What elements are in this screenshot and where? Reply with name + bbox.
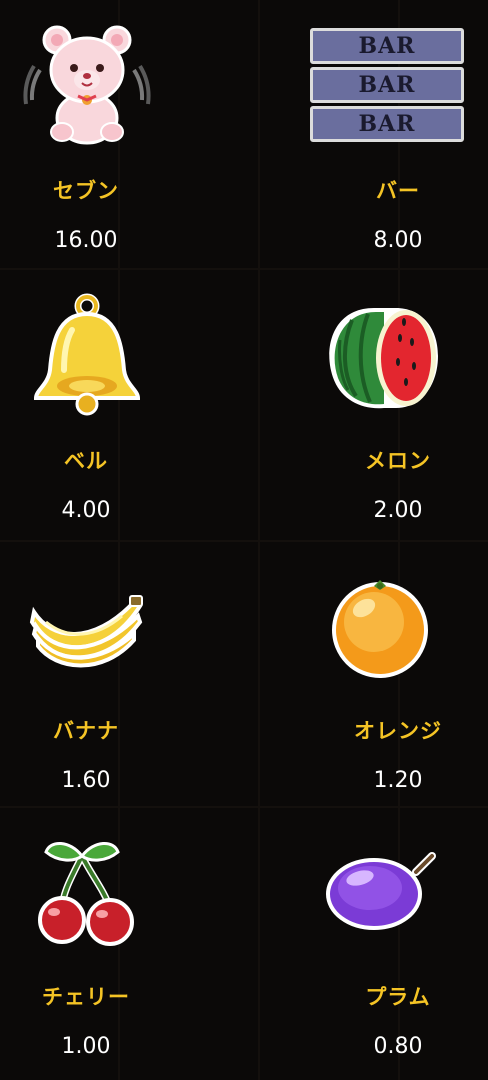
watermelon-icon — [312, 290, 442, 420]
plum-icon — [312, 826, 442, 956]
paytable-item-plum: プラム 0.80 — [0, 806, 436, 1076]
item-name: オレンジ — [354, 719, 442, 743]
item-name: プラム — [365, 985, 431, 1009]
triple-bar-icon: BAR BAR BAR — [310, 28, 464, 144]
item-payout: 8.00 — [373, 228, 423, 253]
bar-label: BAR — [358, 111, 416, 137]
item-payout: 2.00 — [373, 498, 423, 523]
bar-label: BAR — [358, 72, 416, 98]
paytable-item-melon: メロン 2.00 — [0, 270, 438, 540]
bar-label: BAR — [358, 33, 416, 59]
item-payout: 1.20 — [373, 768, 423, 793]
paytable-grid: セブン 16.00 BAR BAR BAR バー 8.00 ベル 4.00 メロ… — [0, 0, 488, 1080]
item-payout: 0.80 — [373, 1034, 423, 1059]
item-name: バー — [376, 179, 420, 203]
orange-icon — [312, 560, 442, 690]
paytable-item-bar: BAR BAR BAR バー 8.00 — [0, 0, 464, 270]
paytable-item-orange: オレンジ 1.20 — [0, 540, 441, 810]
item-name: メロン — [365, 449, 431, 473]
